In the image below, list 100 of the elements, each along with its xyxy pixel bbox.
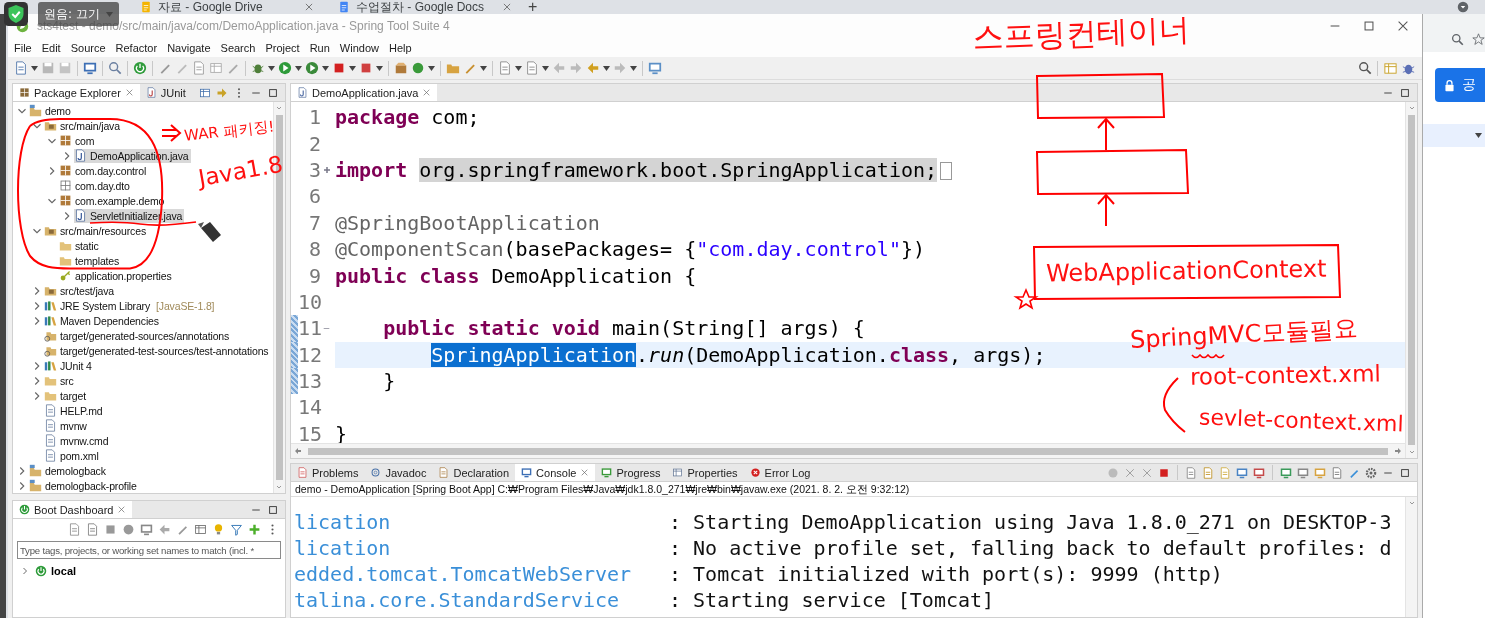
- menu-item[interactable]: Navigate: [163, 41, 215, 54]
- tree-item[interactable]: mvnw: [44, 418, 89, 433]
- tree-item[interactable]: Maven Dependencies: [44, 313, 161, 328]
- view-tab[interactable]: Boot Dashboard: [13, 501, 133, 518]
- filter-field[interactable]: Type tags, projects, or working set names to match (incl. *: [17, 541, 281, 559]
- window-icon[interactable]: [648, 61, 662, 75]
- close-icon[interactable]: [422, 88, 432, 97]
- tree-item[interactable]: demologback-profile: [29, 478, 139, 493]
- table-icon[interactable]: [194, 522, 207, 536]
- document-icon[interactable]: [1219, 466, 1231, 479]
- menu-item[interactable]: Search: [216, 41, 260, 54]
- menu-item[interactable]: File: [10, 41, 36, 54]
- close-icon[interactable]: [117, 505, 127, 514]
- dropdown-caret-icon[interactable]: [31, 65, 38, 71]
- monitor-icon[interactable]: [1253, 466, 1265, 479]
- star-icon[interactable]: [1472, 33, 1485, 46]
- maximize-icon[interactable]: [267, 503, 279, 516]
- package-icon[interactable]: [394, 61, 408, 75]
- close-icon[interactable]: [580, 468, 590, 477]
- view-tab[interactable]: Console: [515, 464, 596, 481]
- view-tab[interactable]: JUnit: [139, 84, 192, 101]
- scrollbar[interactable]: [1405, 102, 1417, 458]
- scrollbar[interactable]: [291, 443, 1405, 458]
- tree-item[interactable]: src/main/resources: [44, 223, 148, 238]
- stop-icon[interactable]: [104, 522, 117, 536]
- maximize-icon[interactable]: [1399, 466, 1411, 479]
- tree-item[interactable]: HELP.md: [44, 403, 105, 418]
- tree-item[interactable]: target: [44, 388, 88, 403]
- share-button[interactable]: 공: [1435, 68, 1485, 102]
- dropdown-caret-icon[interactable]: [268, 65, 275, 71]
- tree-item[interactable]: local: [35, 565, 77, 577]
- tree-item[interactable]: pom.xml: [44, 448, 101, 463]
- tree-item[interactable]: demologback: [29, 463, 108, 478]
- maximize-icon[interactable]: [267, 86, 279, 99]
- view-tab[interactable]: Progress: [595, 464, 667, 481]
- close-icon[interactable]: [304, 2, 314, 12]
- power-icon[interactable]: [133, 61, 147, 75]
- menu-item[interactable]: Source: [66, 41, 110, 54]
- tree-item[interactable]: demo: [29, 103, 73, 118]
- dropdown-caret-icon[interactable]: [376, 65, 383, 71]
- maximize-icon[interactable]: [1399, 86, 1411, 99]
- view-tab[interactable]: Problems: [291, 464, 365, 481]
- table-icon[interactable]: [209, 61, 223, 75]
- menu-item[interactable]: Project: [261, 41, 304, 54]
- dropdown-caret-icon[interactable]: [480, 65, 487, 71]
- menu-item[interactable]: Window: [335, 41, 383, 54]
- document-icon[interactable]: [1202, 466, 1214, 479]
- dropdown-icon[interactable]: [1457, 1, 1469, 13]
- tree-item[interactable]: JRE System Library [JavaSE-1.8]: [44, 298, 217, 313]
- expand-icon[interactable]: [323, 165, 331, 174]
- editor-tab[interactable]: DemoApplication.java: [291, 84, 438, 101]
- tree-item[interactable]: static: [59, 238, 101, 253]
- dropdown-caret-icon[interactable]: [542, 65, 549, 71]
- tree-item[interactable]: src/main/java: [44, 118, 122, 133]
- tree-item[interactable]: src: [44, 373, 76, 388]
- tree-item[interactable]: src/test/java: [44, 283, 117, 298]
- monitor-icon[interactable]: [1236, 466, 1248, 479]
- window-icon[interactable]: [1314, 466, 1326, 479]
- filter-icon[interactable]: [230, 522, 243, 536]
- bulb-icon[interactable]: [212, 522, 225, 536]
- dropdown-caret-icon[interactable]: [295, 65, 302, 71]
- dropdown-caret-icon[interactable]: [630, 65, 637, 71]
- view-tab[interactable]: Package Explorer: [13, 84, 140, 101]
- close-icon[interactable]: [124, 88, 134, 97]
- tree-item[interactable]: JUnit 4: [44, 358, 94, 373]
- circle-icon[interactable]: [122, 522, 135, 536]
- close-icon[interactable]: [502, 2, 512, 12]
- view-tab[interactable]: Properties: [666, 464, 744, 481]
- stop-icon[interactable]: [1158, 466, 1170, 479]
- tree-item[interactable]: com.day.dto: [59, 178, 132, 193]
- browser-tab[interactable]: 자료 - Google Drive: [132, 0, 322, 14]
- view-tab[interactable]: Javadoc: [364, 464, 433, 481]
- dropdown-caret-icon[interactable]: [1475, 133, 1482, 138]
- monitor-icon[interactable]: [140, 522, 153, 536]
- tree-item[interactable]: com.day.control: [59, 163, 149, 178]
- tree-item[interactable]: templates: [59, 253, 122, 268]
- tree-item[interactable]: target/generated-test-sources/test-annotations: [44, 343, 271, 358]
- monitor-icon[interactable]: [83, 61, 97, 75]
- search-icon[interactable]: [108, 61, 122, 75]
- stop-icon[interactable]: [332, 61, 346, 75]
- plus-icon[interactable]: [248, 522, 261, 536]
- view-tab[interactable]: Error Log: [743, 464, 817, 481]
- tree-item[interactable]: mvnw.cmd: [44, 433, 111, 448]
- dropdown-caret-icon[interactable]: [603, 65, 610, 71]
- search-icon[interactable]: [1358, 61, 1372, 75]
- tree-item[interactable]: com: [59, 133, 97, 148]
- dropdown-caret-icon[interactable]: [322, 65, 329, 71]
- window-icon[interactable]: [1280, 466, 1292, 479]
- document-icon[interactable]: [1331, 466, 1343, 479]
- scrollbar[interactable]: [1405, 497, 1417, 617]
- zoom-icon[interactable]: [1451, 33, 1464, 46]
- gear-icon[interactable]: [1365, 466, 1377, 479]
- dropdown-caret-icon[interactable]: [515, 65, 522, 71]
- tree-item[interactable]: application.properties: [59, 268, 174, 283]
- close-icon[interactable]: [1396, 19, 1410, 33]
- menu-item[interactable]: Help: [384, 41, 416, 54]
- browser-tab[interactable]: 수업절차 - Google Docs: [330, 0, 520, 14]
- monitor-icon[interactable]: [1297, 466, 1309, 479]
- tree-item[interactable]: target/generated-sources/annotations: [44, 328, 232, 343]
- dropdown-caret-icon[interactable]: [349, 65, 356, 71]
